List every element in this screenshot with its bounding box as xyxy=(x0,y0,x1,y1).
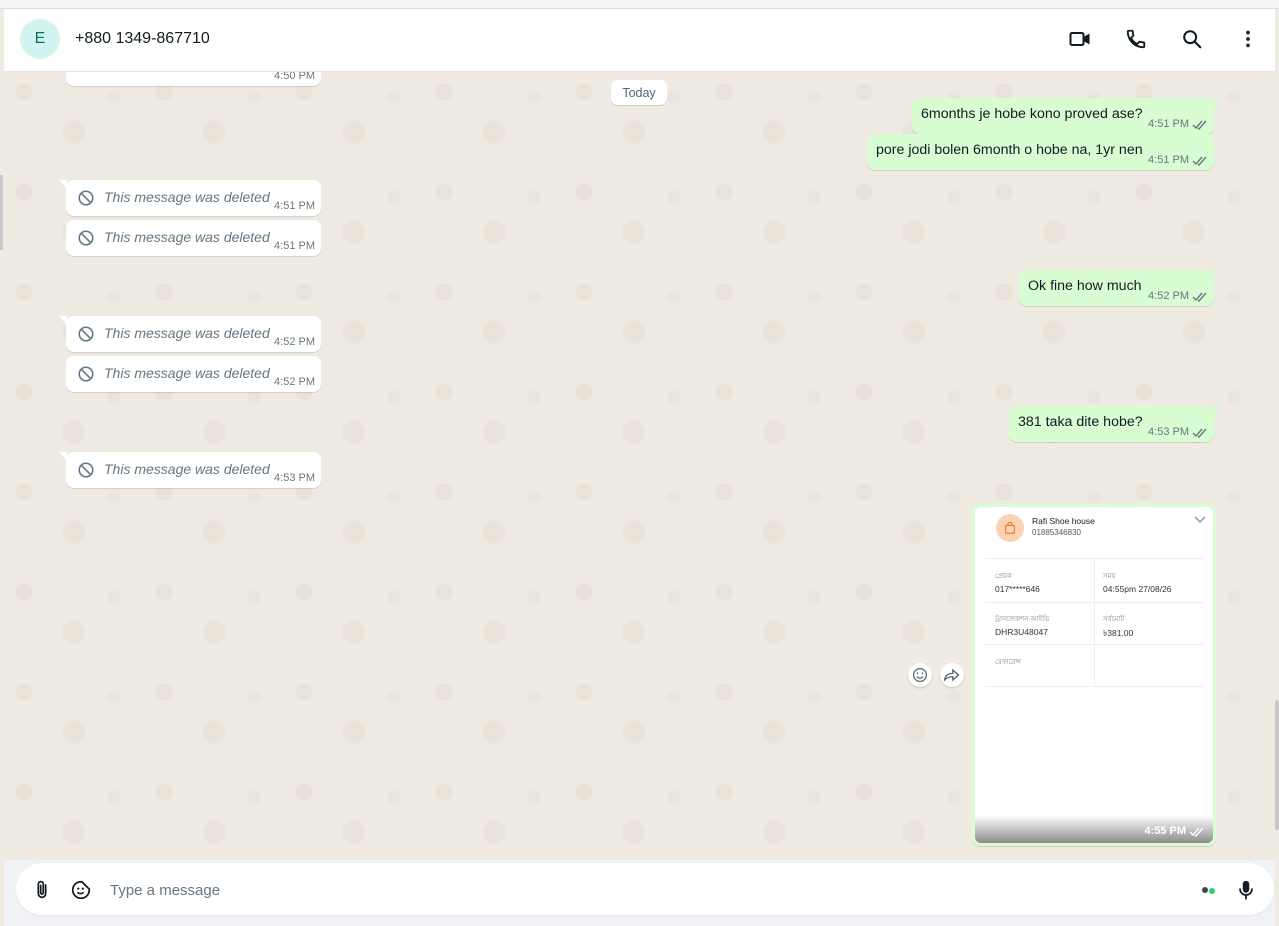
forward-button[interactable] xyxy=(940,663,964,687)
deleted-message-icon xyxy=(78,462,94,478)
deleted-message-text: This message was deleted xyxy=(104,325,270,341)
emoji-react-button[interactable] xyxy=(908,663,932,687)
message-bubble-outgoing[interactable]: Ok fine how much 4:52 PM xyxy=(1019,270,1221,306)
message-bubble-incoming-deleted[interactable]: This message was deleted 4:52 PM xyxy=(66,356,321,392)
message-time: 4:51 PM xyxy=(274,240,315,252)
merchant-logo xyxy=(996,514,1024,542)
voice-call-icon[interactable] xyxy=(1123,26,1149,52)
customer-value: 017*****646 xyxy=(995,584,1040,594)
date-separator: Today xyxy=(611,80,667,105)
message-bubble-outgoing[interactable]: 381 taka dite hobe? 4:53 PM xyxy=(1009,406,1221,442)
message-bubble-outgoing[interactable]: pore jodi bolen 6month o hobe na, 1yr ne… xyxy=(867,134,1214,170)
deleted-message-icon xyxy=(78,190,94,206)
double-check-icon xyxy=(1192,292,1207,302)
attach-icon[interactable] xyxy=(29,877,55,903)
contact-name[interactable]: +880 1349-867710 xyxy=(75,30,210,48)
double-check-icon xyxy=(1192,156,1207,166)
bubble-tail xyxy=(1213,406,1221,415)
message-time: 4:52 PM xyxy=(274,336,315,348)
merchant-name: Rafi Shoe house xyxy=(1032,516,1095,526)
smiley-icon xyxy=(912,667,928,683)
deleted-message-text: This message was deleted xyxy=(104,461,270,477)
chat-header[interactable]: E +880 1349-867710 xyxy=(4,9,1275,72)
customer-label: প্রেরক xyxy=(995,573,1012,580)
deleted-message-text: This message was deleted xyxy=(104,229,270,245)
menu-icon[interactable] xyxy=(1235,26,1261,52)
deleted-message-icon xyxy=(78,326,94,342)
reference-label: রেফারেন্স xyxy=(995,659,1022,666)
browser-top-edge xyxy=(0,0,1279,9)
message-time: 4:51 PM xyxy=(274,200,315,212)
message-time: 4:53 PM xyxy=(274,472,315,484)
message-bubble-incoming[interactable]: 4:50 PM xyxy=(66,72,321,86)
double-check-icon xyxy=(1192,428,1207,438)
image-message-bubble[interactable]: Rafi Shoe house 01885346830 প্রেরক 017**… xyxy=(972,504,1216,846)
grid-line xyxy=(1094,559,1095,687)
message-bubble-incoming-deleted[interactable]: This message was deleted 4:52 PM xyxy=(59,316,321,352)
deleted-message-text: This message was deleted xyxy=(104,189,270,205)
shopping-bag-icon xyxy=(1005,521,1015,534)
sticker-icon[interactable] xyxy=(68,877,94,903)
message-text: pore jodi bolen 6month o hobe na, 1yr ne… xyxy=(876,142,1143,158)
bubble-tail xyxy=(59,316,67,325)
message-text: 381 taka dite hobe? xyxy=(1018,414,1143,430)
transaction-id-value: DHR3U48047 xyxy=(995,627,1048,637)
message-time: 4:50 PM xyxy=(274,72,315,82)
message-input[interactable] xyxy=(108,877,1192,903)
payment-receipt-image[interactable]: Rafi Shoe house 01885346830 প্রেরক 017**… xyxy=(975,507,1213,843)
message-text: 6months je hobe kono proved ase? xyxy=(921,106,1143,122)
deleted-message-icon xyxy=(78,230,94,246)
deleted-message-text: This message was deleted xyxy=(104,365,270,381)
message-bubble-incoming-deleted[interactable]: This message was deleted 4:51 PM xyxy=(59,180,321,216)
amount-value: ৳381.00 xyxy=(1103,628,1134,638)
message-time: 4:51 PM xyxy=(1148,118,1208,130)
message-time: 4:52 PM xyxy=(274,376,315,388)
message-bubble-outgoing[interactable]: 6months je hobe kono proved ase? 4:51 PM xyxy=(912,98,1221,134)
merchant-phone: 01885346830 xyxy=(1032,528,1081,537)
amount-label: সর্বমোট xyxy=(1103,616,1125,623)
time-value: 04:55pm 27/08/26 xyxy=(1103,584,1172,594)
chevron-down-icon[interactable] xyxy=(1193,515,1207,525)
chat-area[interactable]: 4:50 PM Today 6months je hobe kono prove… xyxy=(4,72,1275,860)
time-label: সময় xyxy=(1103,573,1116,580)
message-time: 4:53 PM xyxy=(1148,426,1208,438)
search-icon[interactable] xyxy=(1179,26,1205,52)
forward-icon xyxy=(943,668,960,682)
deleted-message-icon xyxy=(78,366,94,382)
bubble-tail xyxy=(59,180,67,189)
message-time: 4:55 PM xyxy=(1144,825,1205,837)
bubble-tail xyxy=(59,452,67,461)
ai-dots-icon[interactable] xyxy=(1196,877,1222,903)
message-text: Ok fine how much xyxy=(1028,278,1142,294)
transaction-id-label: ট্রানজেকশন আইডি xyxy=(995,616,1050,623)
bubble-tail xyxy=(1213,98,1221,107)
double-check-icon xyxy=(1189,827,1204,837)
left-resize-handle[interactable] xyxy=(0,175,3,250)
message-composer xyxy=(4,860,1275,926)
contact-avatar[interactable]: E xyxy=(20,19,60,59)
message-time: 4:51 PM xyxy=(1148,154,1208,166)
composer-pill xyxy=(16,863,1274,915)
message-bubble-incoming-deleted[interactable]: This message was deleted 4:51 PM xyxy=(66,220,321,256)
receipt-details-grid: প্রেরক 017*****646 সময় 04:55pm 27/08/26… xyxy=(985,558,1203,687)
video-call-icon[interactable] xyxy=(1067,26,1093,52)
bubble-tail xyxy=(1213,270,1221,279)
microphone-icon[interactable] xyxy=(1233,877,1259,903)
double-check-icon xyxy=(1192,120,1207,130)
message-time: 4:52 PM xyxy=(1148,290,1208,302)
message-bubble-incoming-deleted[interactable]: This message was deleted 4:53 PM xyxy=(59,452,321,488)
chat-scrollbar[interactable] xyxy=(1275,700,1279,830)
